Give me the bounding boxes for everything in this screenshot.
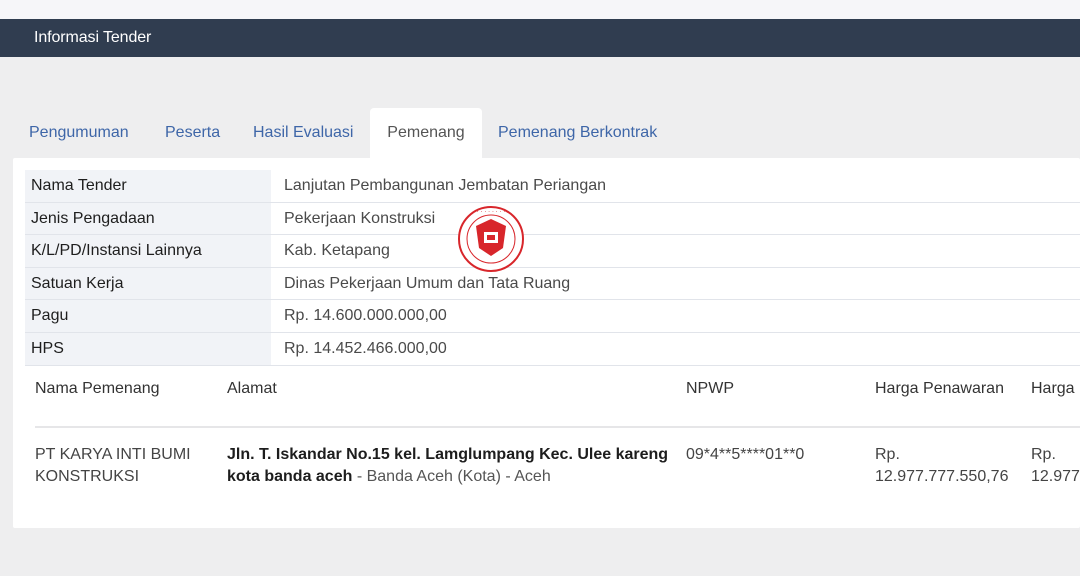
info-key: Satuan Kerja [25, 267, 271, 300]
address-region: - Banda Aceh (Kota) - Aceh [352, 468, 551, 485]
info-row-instansi: K/L/PD/Instansi Lainnya Kab. Ketapang [25, 235, 1080, 268]
info-row-satuan-kerja: Satuan Kerja Dinas Pekerjaan Umum dan Ta… [25, 267, 1080, 301]
page-header: Informasi Tender [0, 19, 1080, 57]
col-header-harga: Harga [1031, 380, 1075, 397]
winner-address: Jln. T. Iskandar No.15 kel. Lamglumpang … [227, 444, 677, 488]
winners-header-row: Nama Pemenang Alamat NPWP Harga Penawara… [35, 376, 1080, 428]
col-header-nama-pemenang: Nama Pemenang [35, 380, 160, 397]
info-row-nama-tender: Nama Tender Lanjutan Pembangunan Jembata… [25, 170, 1080, 203]
info-row-jenis-pengadaan: Jenis Pengadaan Pekerjaan Konstruksi [25, 202, 1080, 236]
info-value: Lanjutan Pembangunan Jembatan Periangan [284, 177, 607, 194]
top-strip [0, 0, 1080, 19]
winner-harga-penawaran: Rp. 12.977.777.550,76 [875, 444, 1008, 488]
tab-pengumuman[interactable]: Pengumuman [29, 108, 129, 158]
winner-npwp: 09*4**5****01**0 [686, 446, 805, 463]
col-header-alamat: Alamat [227, 380, 277, 397]
info-row-hps: HPS Rp. 14.452.466.000,00 [25, 332, 1080, 366]
info-value: Rp. 14.452.466.000,00 [284, 339, 447, 357]
table-row: PT KARYA INTI BUMI KONSTRUKSI Jln. T. Is… [35, 428, 1080, 498]
info-key: K/L/PD/Instansi Lainnya [25, 235, 271, 267]
winners-table: Nama Pemenang Alamat NPWP Harga Penawara… [35, 376, 1080, 498]
info-value: Pekerjaan Konstruksi [284, 209, 436, 227]
tab-pemenang-berkontrak[interactable]: Pemenang Berkontrak [498, 108, 657, 158]
harga-currency: Rp. [1031, 446, 1056, 463]
harga-amount: 12.977. [1031, 468, 1080, 485]
content-panel: Nama Tender Lanjutan Pembangunan Jembata… [13, 158, 1080, 528]
info-key: Nama Tender [25, 170, 271, 202]
info-value: Rp. 14.600.000.000,00 [284, 307, 447, 325]
tab-peserta[interactable]: Peserta [165, 108, 220, 158]
tab-bar: Pengumuman Peserta Hasil Evaluasi Pemena… [0, 108, 1080, 158]
tender-info-table: Nama Tender Lanjutan Pembangunan Jembata… [25, 170, 1080, 366]
col-header-harga-penawaran: Harga Penawaran [875, 380, 1004, 397]
address-line2: kota banda aceh [227, 468, 353, 485]
info-row-pagu: Pagu Rp. 14.600.000.000,00 [25, 300, 1080, 333]
col-header-npwp: NPWP [686, 380, 734, 397]
winner-name: PT KARYA INTI BUMI KONSTRUKSI [35, 444, 215, 488]
info-value: Dinas Pekerjaan Umum dan Tata Ruang [284, 274, 571, 292]
winner-name-line1: PT KARYA INTI BUMI [35, 446, 191, 463]
winner-name-line2: KONSTRUKSI [35, 468, 140, 485]
harga-penawaran-amount: 12.977.777.550,76 [875, 468, 1009, 485]
watermark-stamp-icon: · · · · · · · · [458, 206, 524, 272]
info-key: Jenis Pengadaan [25, 202, 271, 235]
tab-hasil-evaluasi[interactable]: Hasil Evaluasi [253, 108, 353, 158]
info-value: Kab. Ketapang [284, 242, 390, 260]
address-line1: Jln. T. Iskandar No.15 kel. Lamglumpang … [227, 446, 669, 463]
harga-penawaran-currency: Rp. [875, 446, 900, 463]
winner-harga: Rp. 12.977. [1031, 444, 1080, 488]
header-title: Informasi Tender [34, 29, 152, 46]
info-key: Pagu [25, 300, 271, 332]
tab-pemenang[interactable]: Pemenang [370, 108, 482, 158]
svg-text:· · · · · · · ·: · · · · · · · · [477, 209, 506, 216]
info-key: HPS [25, 332, 271, 365]
